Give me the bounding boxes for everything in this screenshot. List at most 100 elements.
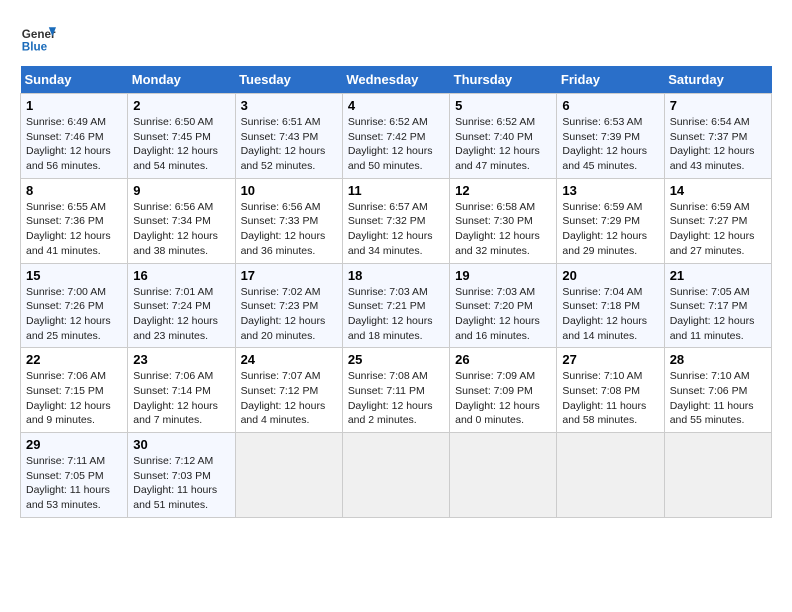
day-number: 2 (133, 98, 229, 113)
day-number: 9 (133, 183, 229, 198)
page-header: General Blue (20, 20, 772, 56)
day-number: 26 (455, 352, 551, 367)
day-info: Sunrise: 6:54 AMSunset: 7:37 PMDaylight:… (670, 116, 755, 172)
day-number: 25 (348, 352, 444, 367)
day-info: Sunrise: 7:05 AMSunset: 7:17 PMDaylight:… (670, 286, 755, 342)
day-info: Sunrise: 6:58 AMSunset: 7:30 PMDaylight:… (455, 201, 540, 257)
calendar-cell: 23Sunrise: 7:06 AMSunset: 7:14 PMDayligh… (128, 348, 235, 433)
day-info: Sunrise: 6:55 AMSunset: 7:36 PMDaylight:… (26, 201, 111, 257)
calendar-table: SundayMondayTuesdayWednesdayThursdayFrid… (20, 66, 772, 518)
calendar-week-row: 15 Sunrise: 7:00 AMSunset: 7:26 PMDayligh… (21, 263, 772, 348)
calendar-cell (235, 433, 342, 518)
day-number: 6 (562, 98, 658, 113)
calendar-header-cell: Wednesday (342, 66, 449, 94)
day-info: Sunrise: 7:10 AMSunset: 7:06 PMDaylight:… (670, 370, 754, 426)
day-info: Sunrise: 6:59 AMSunset: 7:29 PMDaylight:… (562, 201, 647, 257)
calendar-cell: 30 Sunrise: 7:12 AMSunset: 7:03 PMDayligh… (128, 433, 235, 518)
day-info: Sunrise: 6:52 AMSunset: 7:42 PMDaylight:… (348, 116, 433, 172)
day-number: 3 (241, 98, 337, 113)
day-number: 11 (348, 183, 444, 198)
calendar-cell (342, 433, 449, 518)
calendar-cell: 27 Sunrise: 7:10 AMSunset: 7:08 PMDayligh… (557, 348, 664, 433)
calendar-week-row: 22 Sunrise: 7:06 AMSunset: 7:15 PMDayligh… (21, 348, 772, 433)
calendar-week-row: 1 Sunrise: 6:49 AMSunset: 7:46 PMDaylight… (21, 94, 772, 179)
day-info: Sunrise: 7:06 AMSunset: 7:15 PMDaylight:… (26, 370, 111, 426)
calendar-cell: 26Sunrise: 7:09 AMSunset: 7:09 PMDayligh… (450, 348, 557, 433)
day-info: Sunrise: 7:10 AMSunset: 7:08 PMDaylight:… (562, 370, 646, 426)
calendar-cell: 5 Sunrise: 6:52 AMSunset: 7:40 PMDaylight… (450, 94, 557, 179)
day-info: Sunrise: 6:53 AMSunset: 7:39 PMDaylight:… (562, 116, 647, 172)
calendar-cell: 16 Sunrise: 7:01 AMSunset: 7:24 PMDayligh… (128, 263, 235, 348)
day-info: Sunrise: 6:56 AMSunset: 7:34 PMDaylight:… (133, 201, 218, 257)
calendar-cell: 12 Sunrise: 6:58 AMSunset: 7:30 PMDayligh… (450, 178, 557, 263)
calendar-cell: 19Sunrise: 7:03 AMSunset: 7:20 PMDayligh… (450, 263, 557, 348)
day-number: 27 (562, 352, 658, 367)
calendar-cell: 2 Sunrise: 6:50 AMSunset: 7:45 PMDaylight… (128, 94, 235, 179)
calendar-cell: 6 Sunrise: 6:53 AMSunset: 7:39 PMDaylight… (557, 94, 664, 179)
calendar-week-row: 8 Sunrise: 6:55 AMSunset: 7:36 PMDaylight… (21, 178, 772, 263)
calendar-header-cell: Monday (128, 66, 235, 94)
calendar-week-row: 29Sunrise: 7:11 AMSunset: 7:05 PMDayligh… (21, 433, 772, 518)
day-number: 16 (133, 268, 229, 283)
calendar-header-cell: Tuesday (235, 66, 342, 94)
day-number: 13 (562, 183, 658, 198)
day-info: Sunrise: 7:03 AMSunset: 7:21 PMDaylight:… (348, 286, 433, 342)
day-number: 20 (562, 268, 658, 283)
calendar-cell: 1 Sunrise: 6:49 AMSunset: 7:46 PMDaylight… (21, 94, 128, 179)
day-info: Sunrise: 6:49 AMSunset: 7:46 PMDaylight:… (26, 116, 111, 172)
calendar-header-cell: Thursday (450, 66, 557, 94)
day-number: 15 (26, 268, 122, 283)
day-number: 5 (455, 98, 551, 113)
day-info: Sunrise: 7:08 AMSunset: 7:11 PMDaylight:… (348, 370, 433, 426)
calendar-cell: 14 Sunrise: 6:59 AMSunset: 7:27 PMDayligh… (664, 178, 771, 263)
calendar-cell: 10 Sunrise: 6:56 AMSunset: 7:33 PMDayligh… (235, 178, 342, 263)
day-info: Sunrise: 7:03 AMSunset: 7:20 PMDaylight:… (455, 286, 540, 342)
calendar-cell: 7 Sunrise: 6:54 AMSunset: 7:37 PMDaylight… (664, 94, 771, 179)
day-number: 28 (670, 352, 766, 367)
calendar-cell: 28 Sunrise: 7:10 AMSunset: 7:06 PMDayligh… (664, 348, 771, 433)
day-info: Sunrise: 6:59 AMSunset: 7:27 PMDaylight:… (670, 201, 755, 257)
calendar-cell: 11 Sunrise: 6:57 AMSunset: 7:32 PMDayligh… (342, 178, 449, 263)
day-info: Sunrise: 7:00 AMSunset: 7:26 PMDaylight:… (26, 286, 111, 342)
day-info: Sunrise: 7:02 AMSunset: 7:23 PMDaylight:… (241, 286, 326, 342)
calendar-cell: 17 Sunrise: 7:02 AMSunset: 7:23 PMDayligh… (235, 263, 342, 348)
calendar-header-cell: Friday (557, 66, 664, 94)
day-number: 12 (455, 183, 551, 198)
day-info: Sunrise: 7:12 AMSunset: 7:03 PMDaylight:… (133, 455, 217, 511)
day-number: 14 (670, 183, 766, 198)
day-number: 22 (26, 352, 122, 367)
day-info: Sunrise: 6:56 AMSunset: 7:33 PMDaylight:… (241, 201, 326, 257)
calendar-cell: 13 Sunrise: 6:59 AMSunset: 7:29 PMDayligh… (557, 178, 664, 263)
day-info: Sunrise: 6:52 AMSunset: 7:40 PMDaylight:… (455, 116, 540, 172)
day-number: 18 (348, 268, 444, 283)
calendar-cell: 18 Sunrise: 7:03 AMSunset: 7:21 PMDayligh… (342, 263, 449, 348)
logo: General Blue (20, 20, 56, 56)
day-info: Sunrise: 6:50 AMSunset: 7:45 PMDaylight:… (133, 116, 218, 172)
day-number: 4 (348, 98, 444, 113)
calendar-cell: 9 Sunrise: 6:56 AMSunset: 7:34 PMDaylight… (128, 178, 235, 263)
calendar-header-cell: Saturday (664, 66, 771, 94)
calendar-cell: 29Sunrise: 7:11 AMSunset: 7:05 PMDayligh… (21, 433, 128, 518)
day-info: Sunrise: 6:57 AMSunset: 7:32 PMDaylight:… (348, 201, 433, 257)
calendar-header-cell: Sunday (21, 66, 128, 94)
calendar-body: 1 Sunrise: 6:49 AMSunset: 7:46 PMDaylight… (21, 94, 772, 518)
day-number: 21 (670, 268, 766, 283)
calendar-cell: 4 Sunrise: 6:52 AMSunset: 7:42 PMDaylight… (342, 94, 449, 179)
day-number: 17 (241, 268, 337, 283)
calendar-cell (557, 433, 664, 518)
calendar-cell: 15 Sunrise: 7:00 AMSunset: 7:26 PMDayligh… (21, 263, 128, 348)
day-number: 24 (241, 352, 337, 367)
calendar-cell (664, 433, 771, 518)
day-number: 1 (26, 98, 122, 113)
day-info: Sunrise: 7:07 AMSunset: 7:12 PMDaylight:… (241, 370, 326, 426)
calendar-cell: 22 Sunrise: 7:06 AMSunset: 7:15 PMDayligh… (21, 348, 128, 433)
day-number: 29 (26, 437, 122, 452)
calendar-cell: 25 Sunrise: 7:08 AMSunset: 7:11 PMDayligh… (342, 348, 449, 433)
day-info: Sunrise: 7:01 AMSunset: 7:24 PMDaylight:… (133, 286, 218, 342)
day-info: Sunrise: 7:04 AMSunset: 7:18 PMDaylight:… (562, 286, 647, 342)
day-number: 8 (26, 183, 122, 198)
day-number: 10 (241, 183, 337, 198)
day-number: 7 (670, 98, 766, 113)
calendar-cell (450, 433, 557, 518)
day-number: 30 (133, 437, 229, 452)
